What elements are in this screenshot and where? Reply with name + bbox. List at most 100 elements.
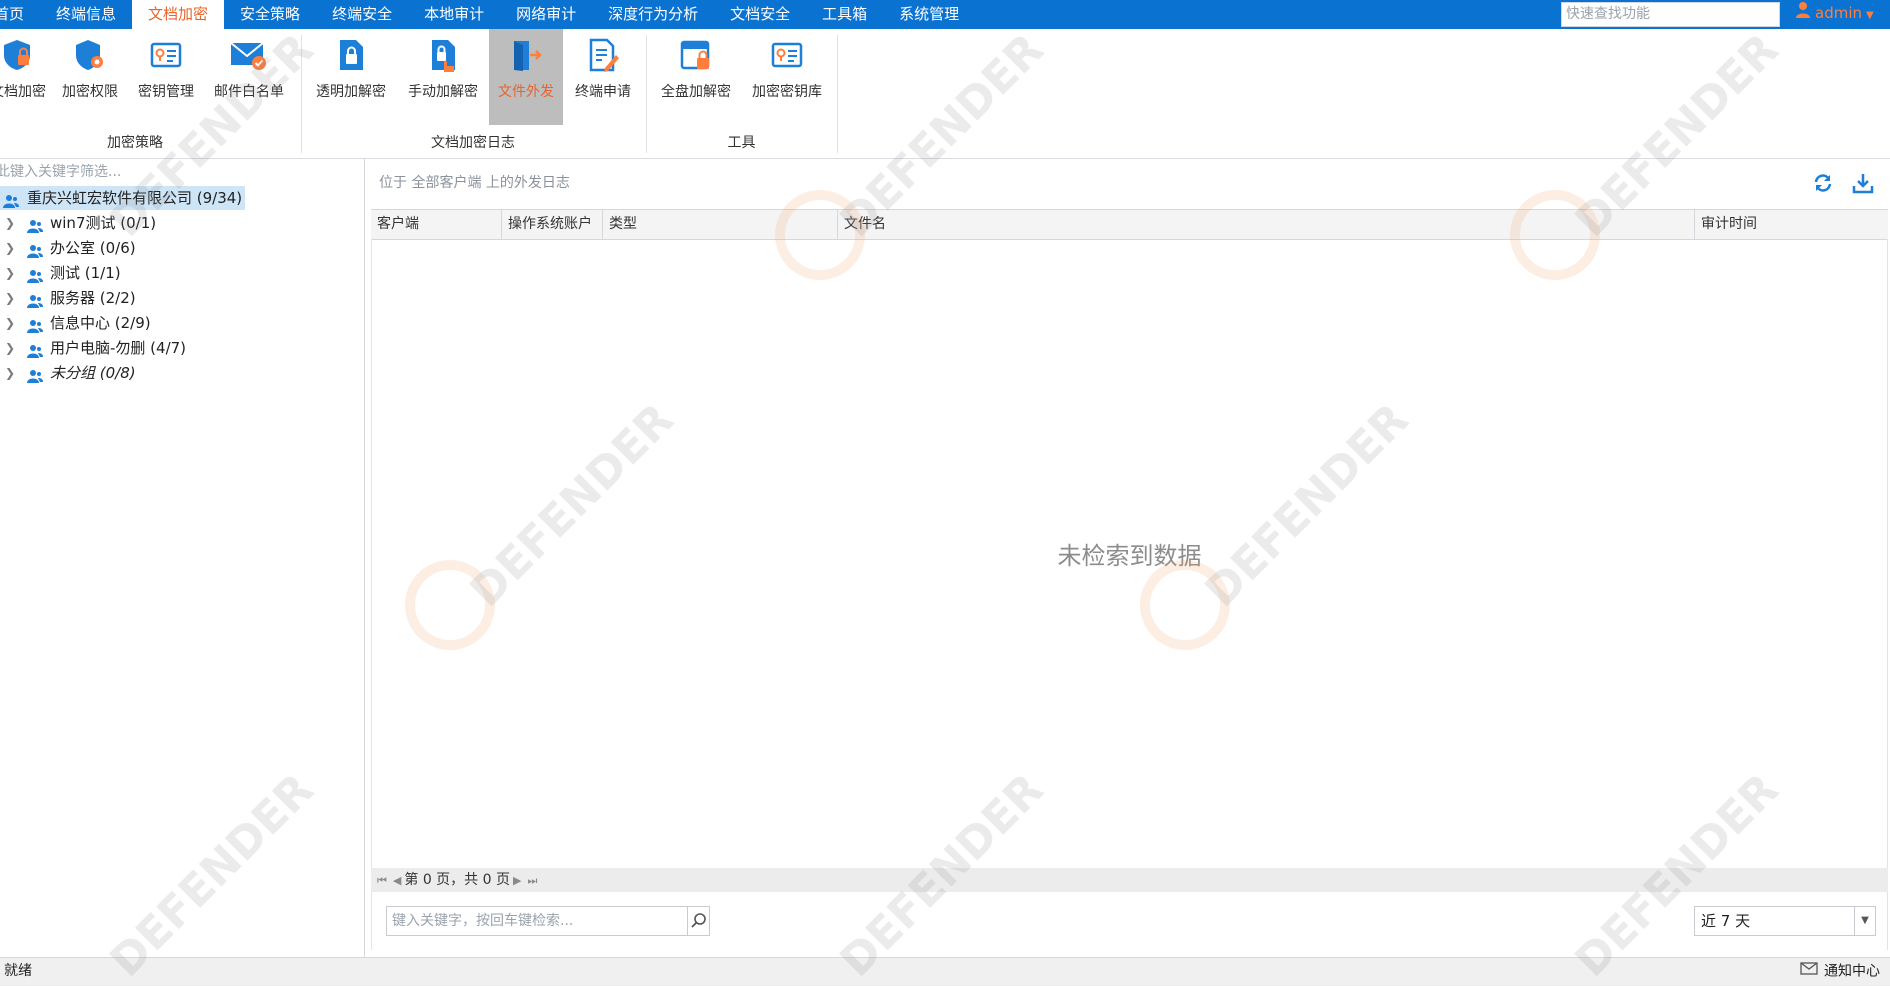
top-menu-bar: 首页 终端信息 文档加密 安全策略 终端安全 本地审计 网络审计 深度行为分析 … <box>0 0 1890 29</box>
key-management-label: 密钥管理 <box>138 84 194 100</box>
tree-node-label: 办公室 (0/6) <box>50 239 136 257</box>
notification-center[interactable]: 通知中心 <box>1800 958 1880 986</box>
tree-filter-input[interactable]: 此键入关键字筛选... <box>0 161 360 183</box>
key-card-icon <box>771 38 803 72</box>
lock-file-icon <box>335 38 367 72</box>
tree-node-label: 用户电脑-勿删 (4/7) <box>50 339 187 357</box>
group-users-icon <box>27 316 43 333</box>
user-menu[interactable]: admin ▼ <box>1795 0 1874 29</box>
key-card-icon <box>150 38 182 72</box>
tree-node-label: 测试 (1/1) <box>50 264 121 282</box>
log-table-header: 客户端 操作系统账户 类型 文件名 审计时间 <box>371 209 1888 240</box>
date-range-value: 近 7 天 <box>1701 912 1751 930</box>
group-users-icon <box>27 341 43 358</box>
group-users-icon <box>27 291 43 308</box>
transparent-encrypt-button[interactable]: 透明加解密 <box>306 29 396 125</box>
column-audit-time[interactable]: 审计时间 <box>1695 210 1888 239</box>
file-outgoing-button[interactable]: 文件外发 <box>489 29 563 125</box>
keyword-search-input[interactable]: 键入关键字，按回车键检索... <box>386 906 688 936</box>
doc-encrypt-label: 文档加密 <box>0 84 46 100</box>
encrypt-keystore-label: 加密密钥库 <box>752 84 822 100</box>
tree-node-label: win7测试 (0/1) <box>50 214 157 232</box>
empty-message: 未检索到数据 <box>1057 542 1202 570</box>
page-info: 第 0 页，共 0 页 <box>404 872 510 888</box>
menu-doc-security[interactable]: 文档安全 <box>714 0 806 29</box>
ribbon-separator <box>837 35 838 153</box>
terminal-request-label: 终端申请 <box>575 84 631 100</box>
group-users-icon <box>27 266 43 283</box>
column-client[interactable]: 客户端 <box>371 210 502 239</box>
menu-home[interactable]: 首页 <box>0 0 40 29</box>
search-bar: 键入关键字，按回车键检索... 近 7 天 ▼ <box>371 892 1888 950</box>
tree-node-label: 信息中心 (2/9) <box>50 314 151 332</box>
menu-terminal-info[interactable]: 终端信息 <box>40 0 132 29</box>
shield-lock-icon <box>1 38 33 72</box>
chevron-right-icon[interactable]: ❯ <box>5 236 15 260</box>
group-users-icon <box>27 366 43 383</box>
group-users-icon <box>3 191 19 208</box>
encrypt-keystore-button[interactable]: 加密密钥库 <box>743 29 831 125</box>
group-users-icon <box>27 241 43 258</box>
menu-local-audit[interactable]: 本地审计 <box>408 0 500 29</box>
quick-search-input[interactable]: 快速查找功能 <box>1561 2 1780 27</box>
chevron-right-icon[interactable]: ❯ <box>5 336 15 360</box>
hand-lock-file-icon <box>427 38 459 72</box>
user-icon <box>1795 0 1811 27</box>
manual-encrypt-button[interactable]: 手动加解密 <box>398 29 488 125</box>
edit-document-icon <box>587 38 619 72</box>
menu-network-audit[interactable]: 网络审计 <box>500 0 592 29</box>
ribbon-separator <box>646 35 647 153</box>
file-outgoing-label: 文件外发 <box>498 84 554 100</box>
chevron-right-icon[interactable]: ❯ <box>5 311 15 335</box>
menu-security-policy[interactable]: 安全策略 <box>224 0 316 29</box>
column-filename[interactable]: 文件名 <box>838 210 1695 239</box>
doc-encrypt-button[interactable]: 文档加密 <box>0 29 46 125</box>
ribbon-toolbar: 文档加密 加密权限 密钥管理 邮件白名单 加密策略 透明加解密 手动加解密 <box>0 29 1890 159</box>
chevron-down-icon: ▼ <box>1866 10 1874 21</box>
tree-filter-placeholder: 此键入关键字筛选... <box>0 164 122 180</box>
transparent-encrypt-label: 透明加解密 <box>316 84 386 100</box>
menu-behavior-analysis[interactable]: 深度行为分析 <box>592 0 714 29</box>
tree-root-company[interactable]: 重庆兴虹宏软件有限公司 (9/34) <box>0 186 245 210</box>
tree-root-label: 重庆兴虹宏软件有限公司 (9/34) <box>27 189 243 207</box>
group-label-encrypt-policy: 加密策略 <box>107 135 163 151</box>
notification-label: 通知中心 <box>1824 963 1880 980</box>
full-disk-encrypt-button[interactable]: 全盘加解密 <box>652 29 740 125</box>
last-page-icon[interactable]: ⏭ <box>527 869 537 893</box>
chevron-right-icon[interactable]: ❯ <box>5 361 15 385</box>
group-label-encrypt-log: 文档加密日志 <box>431 135 515 151</box>
chevron-right-icon[interactable]: ❯ <box>5 211 15 235</box>
full-disk-encrypt-label: 全盘加解密 <box>661 84 731 100</box>
menu-terminal-security[interactable]: 终端安全 <box>316 0 408 29</box>
location-text: 位于 全部客户端 上的外发日志 <box>379 175 570 191</box>
menu-toolbox[interactable]: 工具箱 <box>806 0 883 29</box>
chevron-down-icon[interactable]: ▼ <box>1854 907 1875 935</box>
search-icon[interactable] <box>687 906 710 936</box>
group-label-tools: 工具 <box>727 135 756 151</box>
menu-doc-encryption[interactable]: 文档加密 <box>132 0 225 29</box>
first-page-icon[interactable]: ⏮ <box>377 869 387 893</box>
refresh-icon[interactable] <box>1812 172 1834 194</box>
manual-encrypt-label: 手动加解密 <box>408 84 478 100</box>
chevron-right-icon[interactable]: ❯ <box>5 261 15 285</box>
next-page-icon[interactable]: ▶ <box>513 869 521 893</box>
download-icon[interactable] <box>1852 172 1874 194</box>
column-type[interactable]: 类型 <box>603 210 838 239</box>
mail-whitelist-button[interactable]: 邮件白名单 <box>206 29 292 125</box>
mail-icon <box>1800 958 1818 985</box>
user-name: admin <box>1815 4 1862 22</box>
prev-page-icon[interactable]: ◀ <box>393 869 401 893</box>
column-os-account[interactable]: 操作系统账户 <box>502 210 603 239</box>
tree-node-label: 未分组 (0/8) <box>50 364 136 382</box>
menu-system-admin[interactable]: 系统管理 <box>883 0 975 29</box>
client-tree-panel: 此键入关键字筛选... 重庆兴虹宏软件有限公司 (9/34) ❯ win7测试 … <box>0 159 365 957</box>
log-table-body: 未检索到数据 <box>371 239 1888 879</box>
status-text: 就绪 <box>4 963 32 979</box>
encrypt-permission-button[interactable]: 加密权限 <box>52 29 128 125</box>
mail-whitelist-label: 邮件白名单 <box>214 84 284 100</box>
terminal-request-button[interactable]: 终端申请 <box>566 29 640 125</box>
ribbon-separator <box>301 35 302 153</box>
date-range-select[interactable]: 近 7 天 ▼ <box>1694 906 1876 936</box>
key-management-button[interactable]: 密钥管理 <box>128 29 204 125</box>
chevron-right-icon[interactable]: ❯ <box>5 286 15 310</box>
